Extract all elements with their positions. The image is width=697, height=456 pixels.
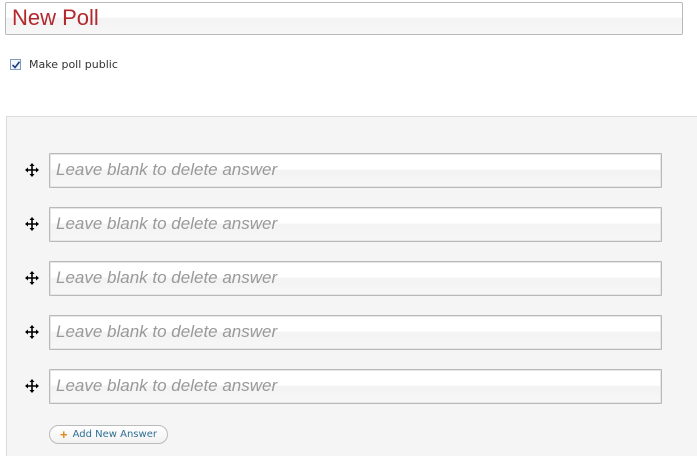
make-public-label: Make poll public [29, 57, 118, 71]
answer-row [7, 207, 697, 242]
answer-input[interactable] [50, 316, 661, 349]
answer-input[interactable] [50, 262, 661, 295]
move-arrows-icon[interactable] [24, 324, 40, 340]
move-arrows-icon[interactable] [24, 162, 40, 178]
answer-row [7, 315, 697, 350]
make-public-checkbox[interactable] [10, 58, 21, 70]
plus-icon: + [60, 427, 68, 442]
move-arrows-icon[interactable] [24, 216, 40, 232]
answer-field[interactable] [49, 207, 662, 242]
answers-panel: + Add New Answer [6, 116, 697, 456]
poll-title-field[interactable] [5, 2, 683, 35]
checkmark-icon [12, 60, 20, 69]
add-new-answer-label: Add New Answer [72, 429, 157, 440]
answer-field[interactable] [49, 153, 662, 188]
move-arrows-icon[interactable] [24, 270, 40, 286]
answer-input[interactable] [50, 370, 661, 403]
answer-input[interactable] [50, 208, 661, 241]
answer-row [7, 369, 697, 404]
answer-field[interactable] [49, 369, 662, 404]
answer-field[interactable] [49, 315, 662, 350]
make-public-option[interactable]: Make poll public [10, 57, 118, 71]
answer-row [7, 153, 697, 188]
move-arrows-icon[interactable] [24, 378, 40, 394]
add-new-answer-button[interactable]: + Add New Answer [49, 425, 168, 444]
poll-title-input[interactable] [6, 3, 682, 34]
answer-input[interactable] [50, 154, 661, 187]
answer-field[interactable] [49, 261, 662, 296]
answer-row [7, 261, 697, 296]
